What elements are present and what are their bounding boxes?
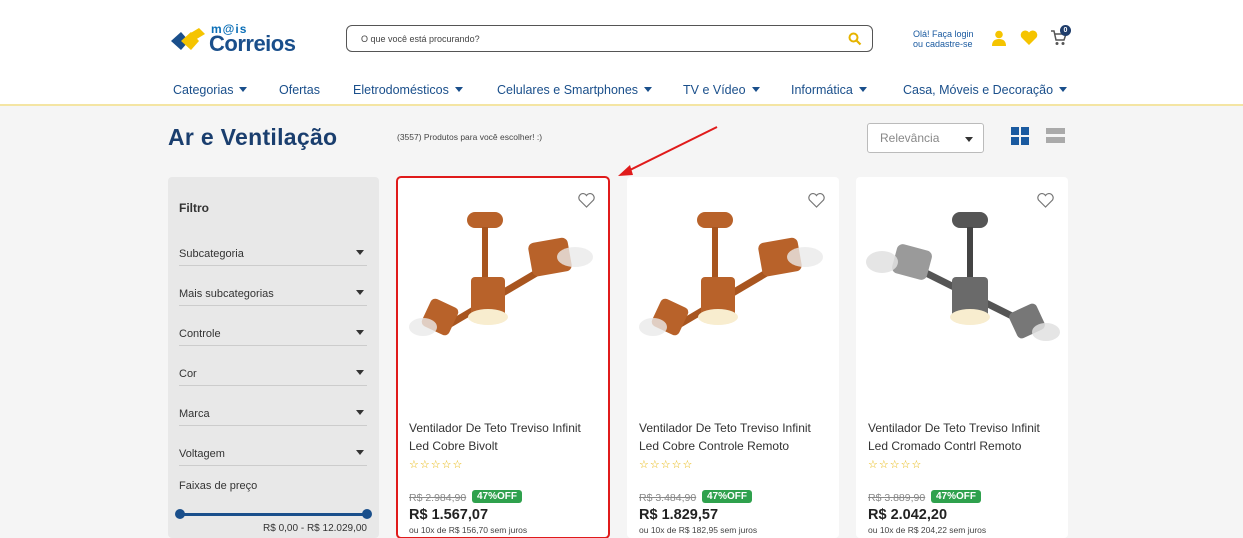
chevron-down-icon (858, 87, 867, 92)
chevron-down-icon (356, 450, 364, 455)
login-link[interactable]: Olá! Faça login ou cadastre-se (913, 29, 983, 49)
login-line-2: ou cadastre-se (913, 39, 973, 49)
heart-icon[interactable] (1020, 30, 1038, 46)
filter-title: Filtro (179, 201, 209, 215)
site-header: m@is Correios Olá! Faça login ou cadastr… (0, 0, 1243, 106)
filter-row-marca[interactable]: Marca (179, 386, 367, 426)
sort-select[interactable]: Relevância (867, 123, 984, 153)
product-name[interactable]: Ventilador De Teto Treviso Infinit Led C… (639, 419, 829, 455)
favorite-heart-icon[interactable] (578, 193, 595, 208)
favorite-heart-icon[interactable] (1037, 193, 1054, 208)
installments-text: ou 10x de R$ 156,70 sem juros (409, 525, 528, 535)
old-price: R$ 2.984,90 (409, 492, 467, 504)
chevron-down-icon (239, 87, 248, 92)
old-price: R$ 3.484,90 (639, 492, 697, 504)
price-slider-track[interactable] (180, 513, 367, 516)
old-price: R$ 3.889,90 (868, 492, 926, 504)
installments-text: ou 10x de R$ 182,95 sem juros (639, 525, 758, 535)
nav-item-tv-video[interactable]: TV e Vídeo (683, 83, 760, 97)
logo-mark-icon (171, 28, 205, 50)
rating-stars: ☆☆☆☆☆ (409, 459, 464, 471)
discount-badge: 47%OFF (931, 490, 982, 503)
search-bar (346, 25, 873, 52)
login-line-1: Olá! Faça login (913, 29, 974, 39)
current-price: R$ 1.829,57 (639, 507, 719, 523)
discount-badge: 47%OFF (702, 490, 753, 503)
rating-stars: ☆☆☆☆☆ (639, 459, 694, 471)
filter-row-voltagem[interactable]: Voltagem (179, 426, 367, 466)
installments-text: ou 10x de R$ 204,22 sem juros (868, 525, 987, 535)
chevron-down-icon (356, 370, 364, 375)
ceiling-fan-copper-icon (639, 212, 823, 336)
nav-item-eletrodomesticos[interactable]: Eletrodomésticos (353, 83, 463, 97)
current-price: R$ 2.042,20 (868, 507, 948, 523)
chevron-down-icon (965, 137, 973, 142)
ceiling-fan-chrome-icon (866, 212, 1060, 341)
chevron-down-icon (751, 87, 760, 92)
rating-stars: ☆☆☆☆☆ (868, 459, 923, 471)
chevron-down-icon (356, 250, 364, 255)
product-image[interactable] (405, 207, 601, 377)
sort-value: Relevância (880, 131, 940, 145)
cart-count-badge: 0 (1060, 25, 1071, 36)
product-image[interactable] (635, 207, 831, 377)
chevron-down-icon (356, 410, 364, 415)
chevron-down-icon (356, 290, 364, 295)
nav-item-ofertas[interactable]: Ofertas (279, 83, 320, 97)
chevron-down-icon (356, 330, 364, 335)
discount-badge: 47%OFF (472, 490, 523, 503)
search-input[interactable] (361, 31, 841, 47)
product-card[interactable]: Ventilador De Teto Treviso Infinit Led C… (856, 177, 1068, 538)
price-slider-min-handle[interactable] (175, 509, 185, 519)
price-range-label: Faixas de preço (179, 480, 258, 492)
product-image[interactable] (864, 207, 1060, 377)
filter-row-mais-subcategorias[interactable]: Mais subcategorias (179, 266, 367, 306)
list-view-icon[interactable] (1046, 127, 1065, 145)
nav-item-categorias[interactable]: Categorias (173, 83, 248, 97)
price-range-value: R$ 0,00 - R$ 12.029,00 (263, 523, 367, 534)
filter-row-controle[interactable]: Controle (179, 306, 367, 346)
product-card[interactable]: Ventilador De Teto Treviso Infinit Led C… (627, 177, 839, 538)
nav-item-informatica[interactable]: Informática (791, 83, 867, 97)
product-name[interactable]: Ventilador De Teto Treviso Infinit Led C… (868, 419, 1058, 455)
ceiling-fan-copper-icon (409, 212, 593, 336)
product-card[interactable]: Ventilador De Teto Treviso Infinit Led C… (396, 176, 610, 538)
filter-row-cor[interactable]: Cor (179, 346, 367, 386)
correios-logo[interactable]: m@is Correios (171, 22, 301, 58)
main-nav: Categorias Ofertas Eletrodomésticos Celu… (0, 80, 1243, 102)
favorite-heart-icon[interactable] (808, 193, 825, 208)
chevron-down-icon (1059, 87, 1068, 92)
nav-item-casa-moveis[interactable]: Casa, Móveis e Decoração (903, 83, 1068, 97)
product-count: (3557) Produtos para você escolher! :) (397, 132, 543, 142)
chevron-down-icon (454, 87, 463, 92)
filter-sidebar: Filtro Subcategoria Mais subcategorias C… (168, 177, 379, 538)
chevron-down-icon (644, 87, 653, 92)
product-name[interactable]: Ventilador De Teto Treviso Infinit Led C… (409, 419, 599, 455)
price-slider-max-handle[interactable] (362, 509, 372, 519)
filter-row-subcategoria[interactable]: Subcategoria (179, 226, 367, 266)
user-icon[interactable] (992, 30, 1006, 46)
current-price: R$ 1.567,07 (409, 507, 489, 523)
nav-item-celulares[interactable]: Celulares e Smartphones (497, 83, 653, 97)
page-title: Ar e Ventilação (168, 124, 338, 150)
logo-text: Correios (209, 31, 296, 56)
grid-view-icon[interactable] (1011, 127, 1029, 145)
search-icon[interactable] (848, 32, 862, 46)
